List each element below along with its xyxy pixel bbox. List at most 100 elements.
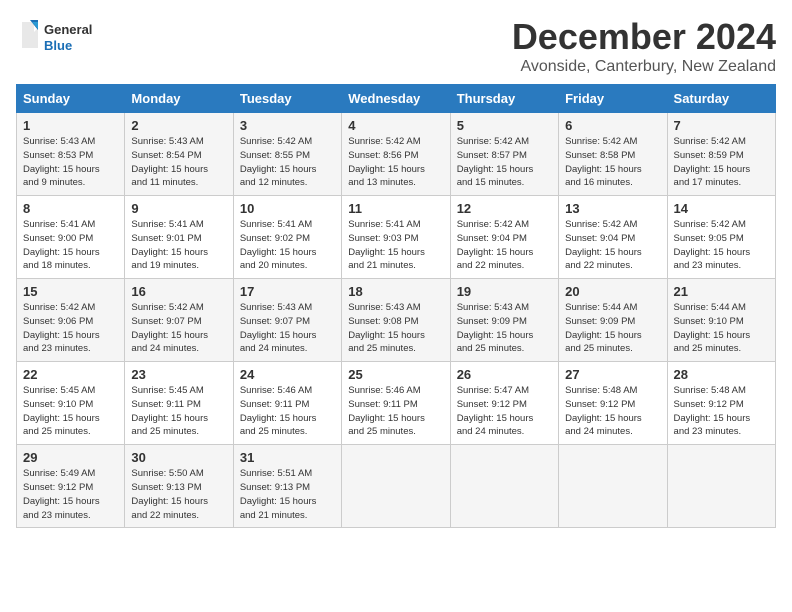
day-number: 7 [674,118,769,133]
day-number: 2 [131,118,226,133]
day-23: 23 Sunrise: 5:45 AMSunset: 9:11 PMDayligh… [125,362,233,445]
month-title: December 2024 [512,16,776,58]
day-info: Sunrise: 5:48 AMSunset: 9:12 PMDaylight:… [674,384,769,439]
calendar-week-3: 22 Sunrise: 5:45 AMSunset: 9:10 PMDayligh… [17,362,776,445]
day-number: 29 [23,450,118,465]
day-info: Sunrise: 5:43 AMSunset: 9:09 PMDaylight:… [457,301,552,356]
header-tuesday: Tuesday [233,85,341,113]
day-16: 16 Sunrise: 5:42 AMSunset: 9:07 PMDayligh… [125,279,233,362]
day-info: Sunrise: 5:42 AMSunset: 9:07 PMDaylight:… [131,301,226,356]
calendar-week-4: 29 Sunrise: 5:49 AMSunset: 9:12 PMDayligh… [17,445,776,528]
day-info: Sunrise: 5:42 AMSunset: 8:58 PMDaylight:… [565,135,660,190]
day-empty [667,445,775,528]
day-6: 6 Sunrise: 5:42 AMSunset: 8:58 PMDaylight… [559,113,667,196]
day-22: 22 Sunrise: 5:45 AMSunset: 9:10 PMDayligh… [17,362,125,445]
calendar-week-2: 15Sunrise: 5:42 AMSunset: 9:06 PMDayligh… [17,279,776,362]
day-20: 20Sunrise: 5:44 AMSunset: 9:09 PMDayligh… [559,279,667,362]
header-sunday: Sunday [17,85,125,113]
day-29: 29 Sunrise: 5:49 AMSunset: 9:12 PMDayligh… [17,445,125,528]
day-18: 18 Sunrise: 5:43 AMSunset: 9:08 PMDayligh… [342,279,450,362]
header-saturday: Saturday [667,85,775,113]
day-info: Sunrise: 5:50 AMSunset: 9:13 PMDaylight:… [131,467,226,522]
day-10: 10 Sunrise: 5:41 AMSunset: 9:02 PMDayligh… [233,196,341,279]
day-info: Sunrise: 5:43 AMSunset: 9:08 PMDaylight:… [348,301,443,356]
day-number: 23 [131,367,226,382]
day-number: 4 [348,118,443,133]
day-2: 2 Sunrise: 5:43 AMSunset: 8:54 PMDaylight… [125,113,233,196]
day-number: 12 [457,201,552,216]
day-number: 16 [131,284,226,299]
day-number: 31 [240,450,335,465]
day-info: Sunrise: 5:45 AMSunset: 9:11 PMDaylight:… [131,384,226,439]
day-info: Sunrise: 5:51 AMSunset: 9:13 PMDaylight:… [240,467,335,522]
day-info: Sunrise: 5:45 AMSunset: 9:10 PMDaylight:… [23,384,118,439]
day-number: 20 [565,284,660,299]
calendar-week-1: 8 Sunrise: 5:41 AMSunset: 9:00 PMDaylight… [17,196,776,279]
day-17: 17 Sunrise: 5:43 AMSunset: 9:07 PMDayligh… [233,279,341,362]
day-number: 30 [131,450,226,465]
day-number: 19 [457,284,552,299]
day-number: 6 [565,118,660,133]
day-info: Sunrise: 5:43 AMSunset: 8:53 PMDaylight:… [23,135,118,190]
day-21: 21 Sunrise: 5:44 AMSunset: 9:10 PMDayligh… [667,279,775,362]
day-info: Sunrise: 5:47 AMSunset: 9:12 PMDaylight:… [457,384,552,439]
day-info: Sunrise: 5:46 AMSunset: 9:11 PMDaylight:… [240,384,335,439]
day-info: Sunrise: 5:41 AMSunset: 9:01 PMDaylight:… [131,218,226,273]
day-info: Sunrise: 5:42 AMSunset: 8:59 PMDaylight:… [674,135,769,190]
day-number: 10 [240,201,335,216]
day-info: Sunrise: 5:42 AMSunset: 9:04 PMDaylight:… [457,218,552,273]
title-area: December 2024 Avonside, Canterbury, New … [512,16,776,76]
day-info: Sunrise: 5:41 AMSunset: 9:02 PMDaylight:… [240,218,335,273]
day-3: 3 Sunrise: 5:42 AMSunset: 8:55 PMDaylight… [233,113,341,196]
day-info: Sunrise: 5:41 AMSunset: 9:00 PMDaylight:… [23,218,118,273]
day-31: 31 Sunrise: 5:51 AMSunset: 9:13 PMDayligh… [233,445,341,528]
day-number: 5 [457,118,552,133]
day-9: 9 Sunrise: 5:41 AMSunset: 9:01 PMDaylight… [125,196,233,279]
day-27: 27Sunrise: 5:48 AMSunset: 9:12 PMDayligh… [559,362,667,445]
day-info: Sunrise: 5:43 AMSunset: 8:54 PMDaylight:… [131,135,226,190]
day-number: 21 [674,284,769,299]
day-number: 17 [240,284,335,299]
header-wednesday: Wednesday [342,85,450,113]
day-number: 25 [348,367,443,382]
day-number: 8 [23,201,118,216]
day-5: 5 Sunrise: 5:42 AMSunset: 8:57 PMDaylight… [450,113,558,196]
calendar-header-row: Sunday Monday Tuesday Wednesday Thursday… [17,85,776,113]
day-7: 7 Sunrise: 5:42 AMSunset: 8:59 PMDaylight… [667,113,775,196]
header-friday: Friday [559,85,667,113]
day-number: 1 [23,118,118,133]
day-info: Sunrise: 5:44 AMSunset: 9:10 PMDaylight:… [674,301,769,356]
day-number: 28 [674,367,769,382]
day-12: 12 Sunrise: 5:42 AMSunset: 9:04 PMDayligh… [450,196,558,279]
day-info: Sunrise: 5:42 AMSunset: 9:05 PMDaylight:… [674,218,769,273]
day-info: Sunrise: 5:42 AMSunset: 9:04 PMDaylight:… [565,218,660,273]
day-number: 3 [240,118,335,133]
day-number: 18 [348,284,443,299]
day-19: 19 Sunrise: 5:43 AMSunset: 9:09 PMDayligh… [450,279,558,362]
location-title: Avonside, Canterbury, New Zealand [512,58,776,76]
day-11: 11Sunrise: 5:41 AMSunset: 9:03 PMDayligh… [342,196,450,279]
generalblue-logo: General Blue [16,16,96,61]
svg-text:General: General [44,22,92,37]
day-info: Sunrise: 5:42 AMSunset: 8:57 PMDaylight:… [457,135,552,190]
day-8: 8 Sunrise: 5:41 AMSunset: 9:00 PMDaylight… [17,196,125,279]
day-1: 1 Sunrise: 5:43 AMSunset: 8:53 PMDaylight… [17,113,125,196]
logo: General Blue [16,16,96,61]
day-28: 28 Sunrise: 5:48 AMSunset: 9:12 PMDayligh… [667,362,775,445]
day-number: 14 [674,201,769,216]
day-info: Sunrise: 5:48 AMSunset: 9:12 PMDaylight:… [565,384,660,439]
day-14: 14 Sunrise: 5:42 AMSunset: 9:05 PMDayligh… [667,196,775,279]
day-info: Sunrise: 5:42 AMSunset: 8:56 PMDaylight:… [348,135,443,190]
day-empty [342,445,450,528]
day-info: Sunrise: 5:42 AMSunset: 8:55 PMDaylight:… [240,135,335,190]
day-30: 30 Sunrise: 5:50 AMSunset: 9:13 PMDayligh… [125,445,233,528]
day-info: Sunrise: 5:49 AMSunset: 9:12 PMDaylight:… [23,467,118,522]
day-info: Sunrise: 5:43 AMSunset: 9:07 PMDaylight:… [240,301,335,356]
day-13: 13Sunrise: 5:42 AMSunset: 9:04 PMDayligh… [559,196,667,279]
day-number: 24 [240,367,335,382]
day-number: 9 [131,201,226,216]
day-info: Sunrise: 5:42 AMSunset: 9:06 PMDaylight:… [23,301,118,356]
day-empty [450,445,558,528]
day-number: 22 [23,367,118,382]
calendar-week-0: 1 Sunrise: 5:43 AMSunset: 8:53 PMDaylight… [17,113,776,196]
